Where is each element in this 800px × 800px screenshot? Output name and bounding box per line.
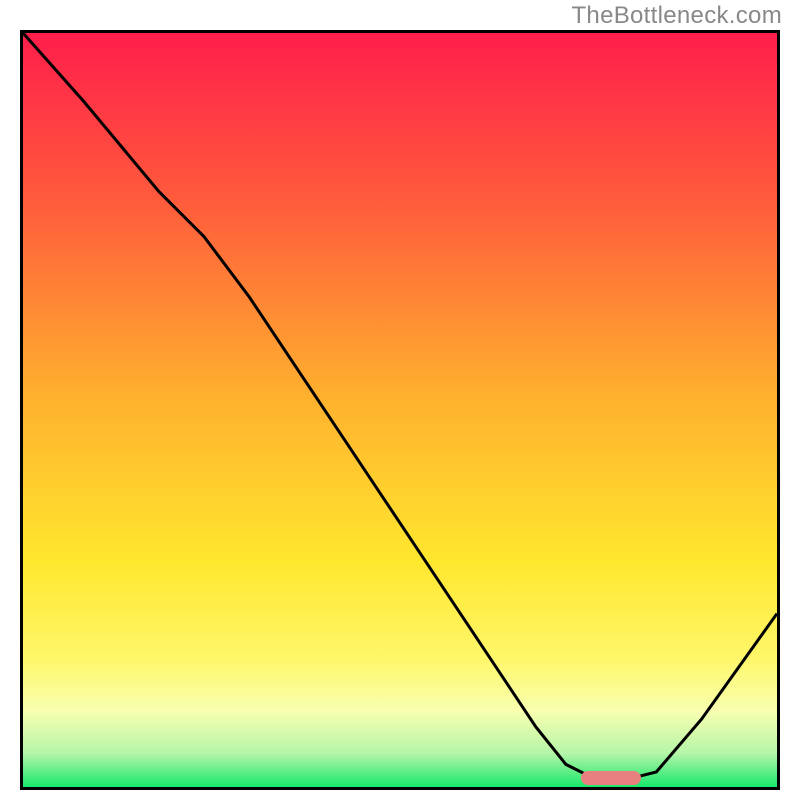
plot-frame xyxy=(20,30,780,790)
bottleneck-curve xyxy=(23,33,777,780)
chart-container: TheBottleneck.com xyxy=(0,0,800,800)
optimal-marker xyxy=(581,771,641,785)
watermark-text: TheBottleneck.com xyxy=(571,2,782,30)
curve-layer xyxy=(23,33,777,787)
